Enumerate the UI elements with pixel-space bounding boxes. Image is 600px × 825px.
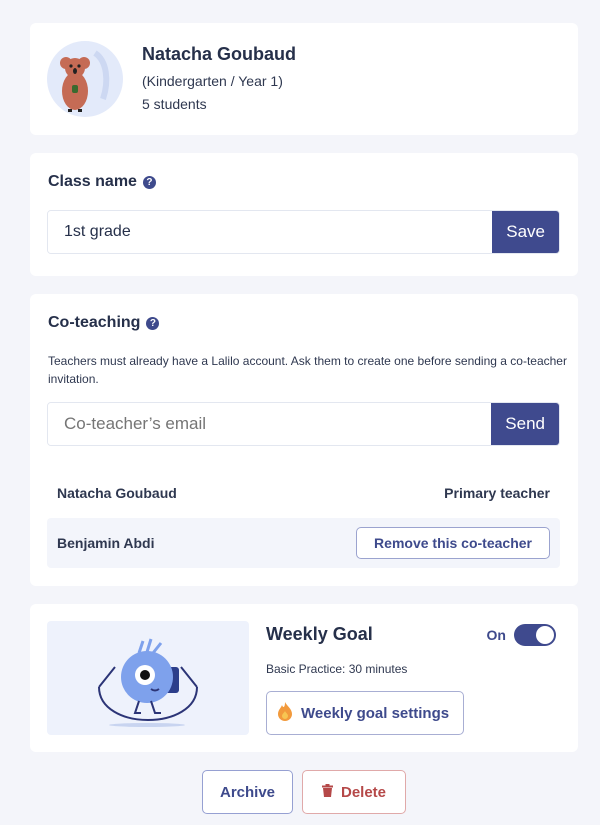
weekly-goal-subtitle: Basic Practice: 30 minutes	[266, 662, 408, 676]
delete-button[interactable]: Delete	[302, 770, 406, 814]
weekly-goal-card: Weekly Goal On Basic Practice: 30 minute…	[30, 604, 578, 752]
save-button[interactable]: Save	[492, 211, 559, 253]
teacher-row-role: Primary teacher	[444, 485, 550, 501]
archive-label: Archive	[219, 783, 276, 801]
toggle-label: On	[486, 627, 506, 643]
class-name-card: Class name ? Save	[30, 153, 578, 276]
weekly-goal-settings-label: Weekly goal settings	[301, 704, 450, 722]
weekly-goal-title: Weekly Goal	[266, 624, 373, 644]
class-name-input[interactable]	[48, 211, 493, 253]
remove-coteacher-button[interactable]: Remove this co-teacher	[356, 527, 550, 559]
monster-jump-rope-illustration	[47, 621, 249, 735]
teacher-row-name: Natacha Goubaud	[57, 485, 177, 501]
weekly-goal-settings-button[interactable]: Weekly goal settings	[266, 691, 465, 735]
coteacher-email-group: Send	[47, 402, 560, 446]
send-button[interactable]: Send	[491, 403, 559, 445]
toggle-knob	[536, 626, 554, 644]
question-circle-icon[interactable]: ?	[142, 175, 156, 189]
coteaching-description: Teachers must already have a Lalilo acco…	[48, 354, 567, 386]
weekly-goal-toggle-group: On	[487, 624, 556, 646]
archive-button[interactable]: Archive	[202, 770, 293, 814]
weekly-goal-toggle[interactable]	[514, 624, 556, 646]
class-name-title: Class name	[48, 173, 137, 190]
coteaching-title: Co-teaching	[48, 314, 141, 331]
student-count: 5 students	[142, 96, 207, 112]
class-name-heading: Class name ?	[48, 173, 156, 191]
profile-card: Natacha Goubaud (Kindergarten / Year 1) …	[30, 23, 578, 135]
teacher-row: Natacha Goubaud Primary teacher	[47, 468, 560, 518]
teacher-row-name: Benjamin Abdi	[57, 535, 155, 551]
class-grade: (Kindergarten / Year 1)	[142, 73, 283, 89]
coteacher-email-input[interactable]	[48, 403, 492, 445]
coteaching-heading: Co-teaching ?	[48, 314, 160, 332]
koala-avatar-icon	[47, 41, 123, 117]
teacher-row: Benjamin Abdi Remove this co-teacher	[47, 518, 560, 568]
teacher-name: Natacha Goubaud	[142, 44, 297, 64]
coteaching-card: Co-teaching ? Teachers must already have…	[30, 294, 578, 586]
trash-icon	[321, 783, 333, 801]
class-name-input-group: Save	[47, 210, 560, 254]
flame-icon	[277, 701, 293, 725]
question-circle-icon[interactable]: ?	[146, 316, 160, 330]
delete-label: Delete	[340, 783, 387, 801]
